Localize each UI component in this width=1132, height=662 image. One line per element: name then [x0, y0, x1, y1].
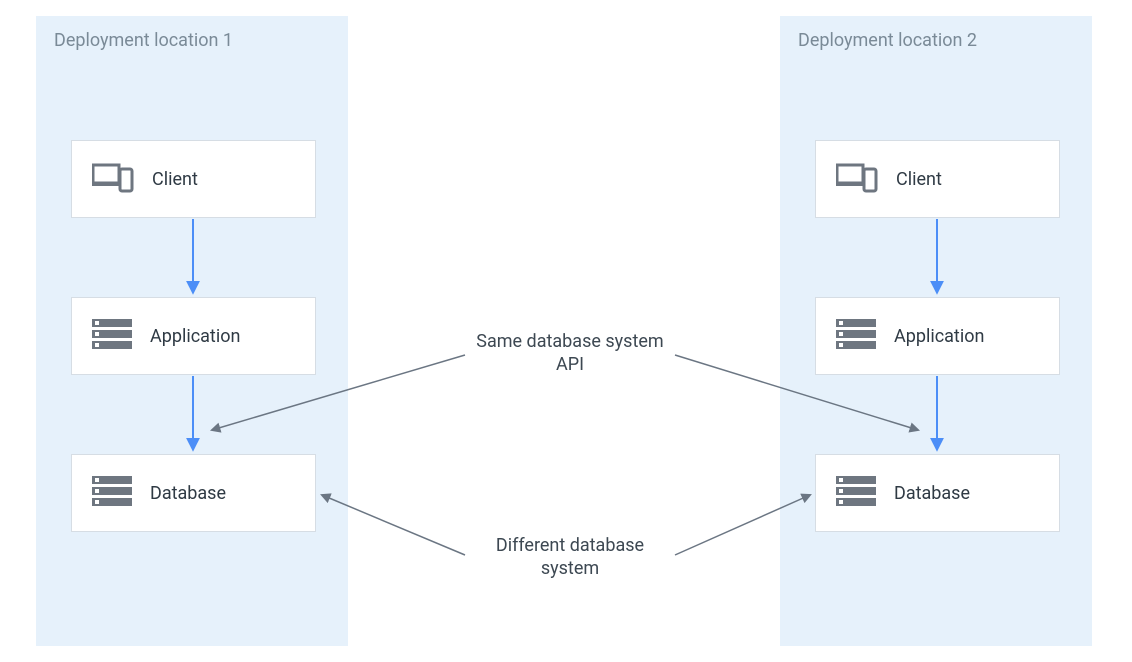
annotation-same-api: Same database system API [470, 330, 670, 377]
node-database-right: Database [815, 454, 1060, 532]
annotation-diff-db: Different database system [470, 534, 670, 581]
diagram-stage: Deployment location 1 Deployment locatio… [0, 0, 1132, 662]
node-application-label: Application [150, 326, 240, 347]
server-icon [92, 319, 132, 353]
server-icon [92, 476, 132, 510]
server-icon [836, 319, 876, 353]
node-client-left: Client [71, 140, 316, 218]
node-client-label: Client [152, 169, 198, 190]
node-application-label: Application [894, 326, 984, 347]
node-database-label: Database [150, 483, 226, 504]
node-application-left: Application [71, 297, 316, 375]
node-database-left: Database [71, 454, 316, 532]
region-2-title: Deployment location 2 [780, 16, 1092, 65]
node-client-right: Client [815, 140, 1060, 218]
node-database-label: Database [894, 483, 970, 504]
devices-icon [836, 161, 878, 197]
devices-icon [92, 161, 134, 197]
server-icon [836, 476, 876, 510]
node-client-label: Client [896, 169, 942, 190]
node-application-right: Application [815, 297, 1060, 375]
region-1-title: Deployment location 1 [36, 16, 348, 65]
